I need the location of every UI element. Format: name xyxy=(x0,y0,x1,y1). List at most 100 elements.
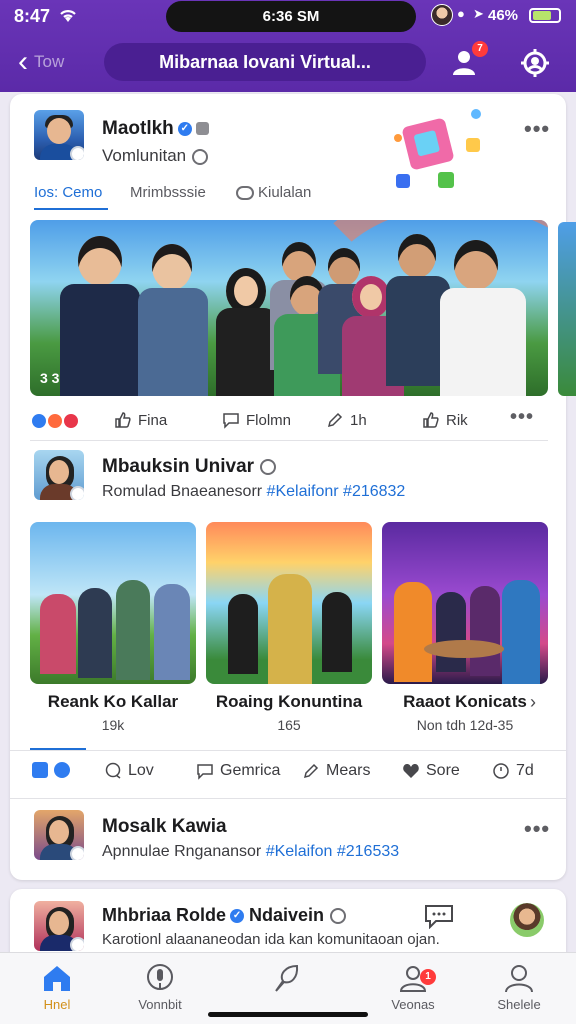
love-label: Sore xyxy=(426,762,460,779)
home-icon xyxy=(44,966,70,991)
like-badge-icon xyxy=(32,762,48,778)
post-subtitle-text: Apnnulae Rnganansor xyxy=(102,843,262,860)
tab-people-badge: 1 xyxy=(420,969,436,985)
post-subtitle-text: Romulad Bnaeanesorr xyxy=(102,483,263,500)
share-button[interactable]: 1h xyxy=(326,411,367,429)
avatar[interactable] xyxy=(34,901,84,951)
like-button[interactable]: Lov xyxy=(104,762,154,780)
post-author[interactable]: Mbauksin Univar xyxy=(102,456,277,478)
thumbnail-card[interactable] xyxy=(382,522,548,684)
reaction-button[interactable] xyxy=(32,762,70,778)
active-indicator xyxy=(30,748,86,750)
tab-home-label: Hnel xyxy=(43,997,71,1012)
thumbnail-meta: 165 xyxy=(277,717,301,733)
location-icon: ● xyxy=(457,6,465,21)
thumbnail-meta: Non tdh 12d-35 xyxy=(416,717,514,733)
reactions-row: Fina Flolmn 1h Rik ••• xyxy=(30,406,548,436)
like-label: Lov xyxy=(128,762,154,779)
leaf-icon xyxy=(275,964,299,992)
post-author[interactable]: Mosalk Kawia xyxy=(102,816,227,838)
tab-profile-label: Shelele xyxy=(497,997,541,1012)
reaction-summary[interactable] xyxy=(30,412,86,430)
comment-button[interactable]: Flolmn xyxy=(222,411,291,429)
comment-button[interactable]: Gemrica xyxy=(196,762,280,780)
post-author[interactable]: Maotlkh ✓ xyxy=(102,118,209,140)
hashtag-link[interactable]: #Kelaifonr #216832 xyxy=(267,483,406,500)
tab-profile[interactable]: Shelele xyxy=(474,963,564,1012)
tab-kiulalan[interactable]: Kiulalan xyxy=(236,184,311,201)
clock-icon xyxy=(493,763,509,779)
home-indicator xyxy=(208,1012,368,1017)
status-bar: 8:47 6:36 SM ● ➤ 46% xyxy=(0,0,576,34)
post-subtitle: Apnnulae Rnganansor #Kelaifon #216533 xyxy=(102,843,399,861)
floating-blocks-illustration xyxy=(394,109,481,188)
post-hero-image[interactable]: 3 3 xyxy=(30,220,548,396)
verified-icon: ✓ xyxy=(230,909,245,924)
comment-icon xyxy=(223,413,239,429)
thumbnail-title: Raaot Konicats xyxy=(403,692,527,711)
battery-percent: 46% xyxy=(488,7,519,24)
post-author-name: Maotlkh xyxy=(102,118,174,139)
like-badge-icon xyxy=(54,762,70,778)
post-tabs: Ios: Cemo Mrimbsssie Kiulalan xyxy=(34,184,334,212)
tab-voice-label: Vonnbit xyxy=(138,997,182,1012)
badge-icon xyxy=(330,908,347,925)
thumbnail-row: Reank Ko Kallar 19k Roaing Konuntina 165… xyxy=(30,522,558,733)
post-author-name: Mbauksin Univar xyxy=(102,456,255,477)
mic-icon xyxy=(147,964,173,990)
tab-voice[interactable]: Vonnbit xyxy=(115,963,205,1012)
back-label: Tow xyxy=(34,52,65,71)
more-options-button[interactable]: ••• xyxy=(524,116,550,142)
post-subtitle-text: Vomlunitan xyxy=(102,146,187,165)
notification-badge: 7 xyxy=(472,41,488,57)
post-more-button[interactable]: ••• xyxy=(510,406,534,429)
like-button[interactable]: Fina xyxy=(114,411,167,429)
more-button[interactable]: 7d xyxy=(492,762,534,780)
notifications-button[interactable]: 7 xyxy=(450,41,488,80)
navigation-icon: ➤ xyxy=(473,6,484,21)
image-count: 3 3 xyxy=(40,370,60,386)
action-bar: Lov Gemrica Mears Sore 7d xyxy=(22,748,554,798)
tab-mrimbsssie[interactable]: Mrimbsssie xyxy=(130,184,206,201)
status-time: 8:47 xyxy=(14,6,51,26)
thumbnail-card[interactable] xyxy=(30,522,196,684)
thumbs-up-icon xyxy=(423,412,439,428)
love-button[interactable]: Sore xyxy=(402,762,460,780)
back-button[interactable]: ‹ Tow xyxy=(18,45,98,79)
settings-button[interactable] xyxy=(518,46,552,80)
tab-people-label: Veonas xyxy=(391,997,435,1012)
gear-icon xyxy=(521,49,549,77)
post-author[interactable]: Mhbriaa Rolde ✓ Ndaivein xyxy=(102,905,347,926)
avatar[interactable] xyxy=(34,110,84,160)
dynamic-island: 6:36 SM xyxy=(166,1,416,32)
thumbnail-card[interactable] xyxy=(206,522,372,684)
post-subtitle: Karotionl alaananeodan ida kan komunitao… xyxy=(102,931,440,948)
chevron-right-icon[interactable]: › xyxy=(530,692,536,713)
save-button[interactable]: Rik xyxy=(422,411,468,429)
save-label: Rik xyxy=(446,411,468,429)
hashtag-link[interactable]: #Kelaifon #216533 xyxy=(266,843,399,860)
tab-home[interactable]: Hnel xyxy=(12,963,102,1012)
page-title: Mibarnaa Iovani Virtual... xyxy=(104,43,426,81)
battery-icon xyxy=(529,8,561,23)
tab-create[interactable] xyxy=(242,963,332,997)
avatar[interactable] xyxy=(510,903,544,937)
app-header: ‹ Tow Mibarnaa Iovani Virtual... 7 xyxy=(0,34,576,92)
wifi-icon xyxy=(60,10,76,22)
chat-bubble-icon xyxy=(236,186,254,201)
avatar[interactable] xyxy=(34,810,84,860)
like-label: Fina xyxy=(138,411,168,429)
pen-icon xyxy=(303,763,319,779)
thumbnail-title: Roaing Konuntina xyxy=(215,692,363,711)
share-button[interactable]: Mears xyxy=(302,762,370,780)
avatar[interactable] xyxy=(34,450,84,500)
post-author-suffix: Ndaivein xyxy=(249,905,325,925)
chat-bubble-icon[interactable] xyxy=(424,903,454,929)
tab-ios-cemo[interactable]: Ios: Cemo xyxy=(34,184,102,201)
divider xyxy=(30,440,548,441)
lock-icon xyxy=(195,122,209,136)
tab-people[interactable]: 1 Veonas xyxy=(368,963,458,1012)
status-avatar xyxy=(431,4,453,26)
more-options-button[interactable]: ••• xyxy=(524,816,550,842)
top-bar: 8:47 6:36 SM ● ➤ 46% ‹ Tow Mibarnaa Iova… xyxy=(0,0,576,92)
